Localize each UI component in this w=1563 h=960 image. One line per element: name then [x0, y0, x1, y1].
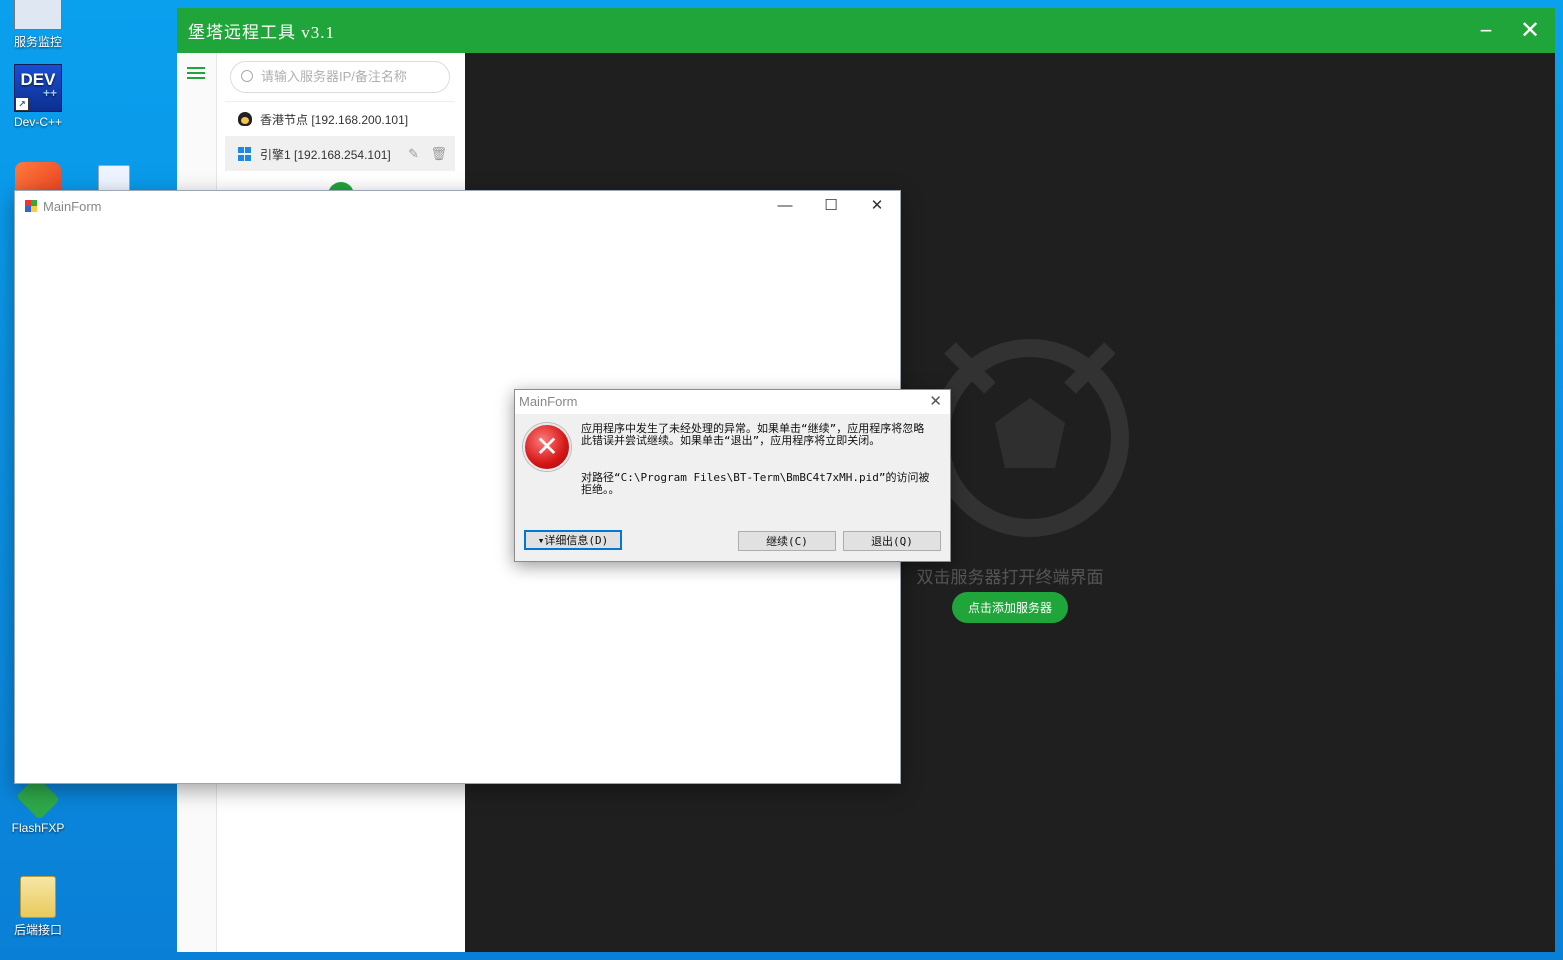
- delete-icon[interactable]: 🗑: [430, 146, 447, 162]
- monitor-icon: [14, 0, 62, 30]
- desktop-icon-label: Dev-C++: [13, 115, 63, 129]
- app-icon: [25, 200, 37, 212]
- list-menu-icon[interactable]: [187, 67, 205, 83]
- close-button[interactable]: ✕: [1515, 16, 1545, 46]
- desktop-icon-flashfxp[interactable]: FlashFXP: [6, 776, 70, 835]
- error-icon: ✕: [523, 423, 571, 471]
- unhandled-exception-dialog: MainForm ✕ ✕ 应用程序中发生了未经处理的异常。如果单击“继续”，应用…: [514, 389, 951, 562]
- desktop-icon-label: 后端接口: [13, 923, 62, 937]
- desktop-icon-label: 服务监控: [13, 35, 62, 49]
- add-server-button[interactable]: 点击添加服务器: [952, 592, 1068, 623]
- devcpp-icon: DEV ++ ↗: [14, 64, 62, 112]
- shortcut-arrow-icon: ↗: [15, 97, 29, 111]
- error-message: 应用程序中发生了未经处理的异常。如果单击“继续”，应用程序将忽略此错误并尝试继续…: [581, 422, 925, 447]
- dialog-titlebar[interactable]: MainForm: [515, 390, 950, 414]
- empty-hint-text: 双击服务器打开终端界面: [916, 568, 1104, 587]
- mainform-minimize-button[interactable]: —: [770, 195, 800, 217]
- mainform-maximize-button[interactable]: ☐: [816, 195, 846, 217]
- mainform-close-button[interactable]: ✕: [862, 195, 892, 217]
- quit-button[interactable]: 退出(Q): [843, 531, 941, 551]
- dialog-title: MainForm: [519, 394, 578, 409]
- server-item-label: 引擎1 [192.168.254.101]: [260, 147, 391, 162]
- continue-button[interactable]: 继续(C): [738, 531, 836, 551]
- linux-icon: [238, 112, 252, 126]
- search-icon: [241, 70, 253, 82]
- mainform-title: MainForm: [43, 198, 102, 214]
- server-search[interactable]: [230, 61, 450, 93]
- desktop-icon-backend-api[interactable]: 后端接口: [6, 876, 70, 938]
- flashfxp-icon: [15, 776, 61, 820]
- bt-titlebar[interactable]: 堡塔远程工具 v3.1: [177, 8, 1555, 53]
- edit-icon[interactable]: ✎: [408, 146, 419, 162]
- server-item-label: 香港节点 [192.168.200.101]: [260, 112, 409, 127]
- desktop-icon-service-monitor[interactable]: 服务监控: [6, 0, 70, 50]
- search-input[interactable]: [259, 68, 443, 85]
- server-item-hk[interactable]: 香港节点 [192.168.200.101]: [225, 101, 455, 136]
- details-button[interactable]: ▾详细信息(D): [524, 530, 622, 550]
- desktop-icon-devcpp[interactable]: DEV ++ ↗ Dev-C++: [6, 64, 70, 129]
- server-item-engine1[interactable]: 引擎1 [192.168.254.101] ✎ 🗑: [225, 136, 455, 171]
- error-detail: 对路径“C:\Program Files\BT-Term\BmBC4t7xMH.…: [581, 471, 930, 496]
- dialog-close-button[interactable]: ✕: [929, 392, 942, 410]
- bt-window-title: 堡塔远程工具 v3.1: [188, 23, 335, 42]
- mainform-titlebar[interactable]: MainForm: [15, 191, 900, 221]
- minimize-button[interactable]: −: [1471, 16, 1501, 46]
- windows-icon: [238, 147, 252, 161]
- folder-icon: [20, 876, 56, 918]
- desktop-icon-label: FlashFXP: [11, 821, 65, 835]
